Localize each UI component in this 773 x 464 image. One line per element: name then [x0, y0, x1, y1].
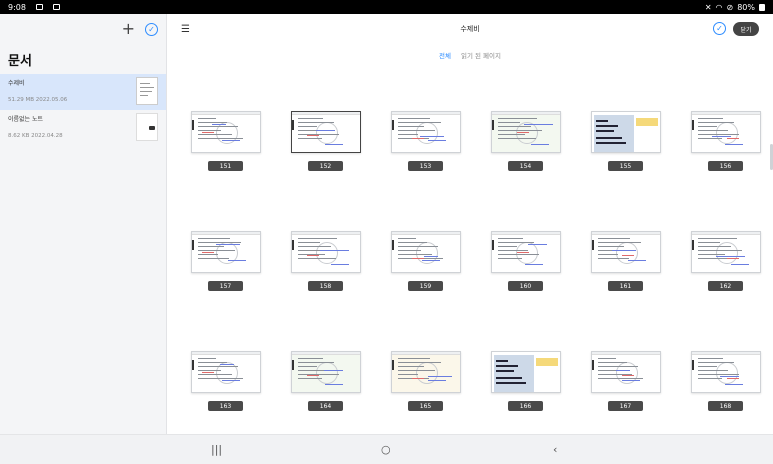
- page-thumbnail: [191, 111, 261, 153]
- page-title: 수제비: [460, 25, 480, 33]
- main-header: ☰ 수제비 ✓ 닫기: [167, 14, 773, 44]
- page-thumbnail: [691, 111, 761, 153]
- page-number-label: 168: [708, 401, 743, 411]
- page-number-label: 156: [708, 161, 743, 171]
- page-thumbnail-cell[interactable]: 151: [191, 111, 261, 173]
- tab-all[interactable]: 전체: [439, 50, 451, 60]
- page-number-label: 151: [208, 161, 243, 171]
- page-thumbnail-cell[interactable]: 154: [491, 111, 561, 173]
- page-thumbnail-cell[interactable]: 164: [291, 351, 361, 413]
- clock: 9:08: [8, 2, 26, 12]
- page-thumbnail-cell[interactable]: 152: [291, 111, 361, 173]
- close-button[interactable]: 닫기: [733, 22, 759, 36]
- page-number-label: 166: [508, 401, 543, 411]
- page-thumbnail-cell[interactable]: 166: [491, 351, 561, 413]
- gallery-icon: [52, 4, 60, 10]
- page-thumbnail-cell[interactable]: 159: [391, 231, 461, 293]
- home-icon[interactable]: ○: [381, 443, 391, 456]
- page-number-label: 161: [608, 281, 643, 291]
- page-thumbnail: [391, 231, 461, 273]
- document-sidebar: + ✓ 문서 수제비 51.29 MB 2022.05.06 이름없는 노트 8…: [0, 14, 167, 434]
- page-number-label: 163: [208, 401, 243, 411]
- document-item[interactable]: 수제비 51.29 MB 2022.05.06: [0, 74, 166, 110]
- page-number-label: 159: [408, 281, 443, 291]
- page-thumbnail-cell[interactable]: 157: [191, 231, 261, 293]
- sidebar-title: 문서: [8, 54, 32, 69]
- page-number-label: 158: [308, 281, 343, 291]
- page-number-label: 155: [608, 161, 643, 171]
- document-item[interactable]: 이름없는 노트 8.62 KB 2022.04.28: [0, 110, 166, 146]
- page-thumbnail: [691, 231, 761, 273]
- page-thumbnail: [291, 231, 361, 273]
- page-thumbnail-cell[interactable]: 158: [291, 231, 361, 293]
- document-thumbnail: [136, 77, 158, 105]
- mute-icon: ✕: [704, 2, 712, 12]
- page-thumbnail-cell[interactable]: 168: [691, 351, 761, 413]
- page-thumbnail: [391, 111, 461, 153]
- page-thumbnail: [591, 231, 661, 273]
- plus-icon[interactable]: +: [122, 21, 135, 37]
- page-number-label: 153: [408, 161, 443, 171]
- status-bar: 9:08 ✕ ◠ ⊘ 80%: [0, 0, 773, 14]
- filter-tabs: 전체 읽기 된 페이지: [167, 50, 773, 60]
- page-thumbnail: [191, 231, 261, 273]
- navigation-bar: ||| ○ ‹: [0, 434, 773, 464]
- page-number-label: 154: [508, 161, 543, 171]
- back-icon[interactable]: ‹: [553, 443, 557, 456]
- page-thumbnail-cell[interactable]: 162: [691, 231, 761, 293]
- page-thumbnail: [491, 231, 561, 273]
- battery-level: 80%: [737, 2, 755, 12]
- notebook-thumbnail: [136, 113, 158, 141]
- tab-read[interactable]: 읽기 된 페이지: [461, 50, 501, 60]
- check-circle-icon[interactable]: ✓: [713, 22, 726, 35]
- page-number-label: 165: [408, 401, 443, 411]
- battery-icon: [759, 3, 765, 11]
- page-number-label: 157: [208, 281, 243, 291]
- page-number-label: 164: [308, 401, 343, 411]
- dnd-icon: ⊘: [726, 2, 734, 12]
- notification-icon: [35, 4, 43, 10]
- page-thumbnail: [591, 351, 661, 393]
- page-number-label: 162: [708, 281, 743, 291]
- page-thumbnail: [291, 351, 361, 393]
- page-thumbnail: [491, 351, 561, 393]
- page-thumbnail-cell[interactable]: 155: [591, 111, 661, 173]
- page-thumbnail: [491, 111, 561, 153]
- page-thumbnail-cell[interactable]: 160: [491, 231, 561, 293]
- check-circle-icon[interactable]: ✓: [145, 22, 158, 36]
- page-thumbnail: [591, 111, 661, 153]
- page-thumbnail: [191, 351, 261, 393]
- page-number-label: 160: [508, 281, 543, 291]
- wifi-icon: ◠: [715, 2, 723, 12]
- page-thumbnail-cell[interactable]: 167: [591, 351, 661, 413]
- page-thumbnail: [391, 351, 461, 393]
- page-thumbnail-cell[interactable]: 156: [691, 111, 761, 173]
- page-thumbnail-cell[interactable]: 153: [391, 111, 461, 173]
- page-thumbnail-cell[interactable]: 161: [591, 231, 661, 293]
- page-thumbnail: [291, 111, 361, 153]
- page-thumbnail: [691, 351, 761, 393]
- recents-icon[interactable]: |||: [211, 443, 222, 456]
- page-thumbnail-cell[interactable]: 163: [191, 351, 261, 413]
- page-number-label: 167: [608, 401, 643, 411]
- page-number-label: 152: [308, 161, 343, 171]
- page-thumbnail-cell[interactable]: 165: [391, 351, 461, 413]
